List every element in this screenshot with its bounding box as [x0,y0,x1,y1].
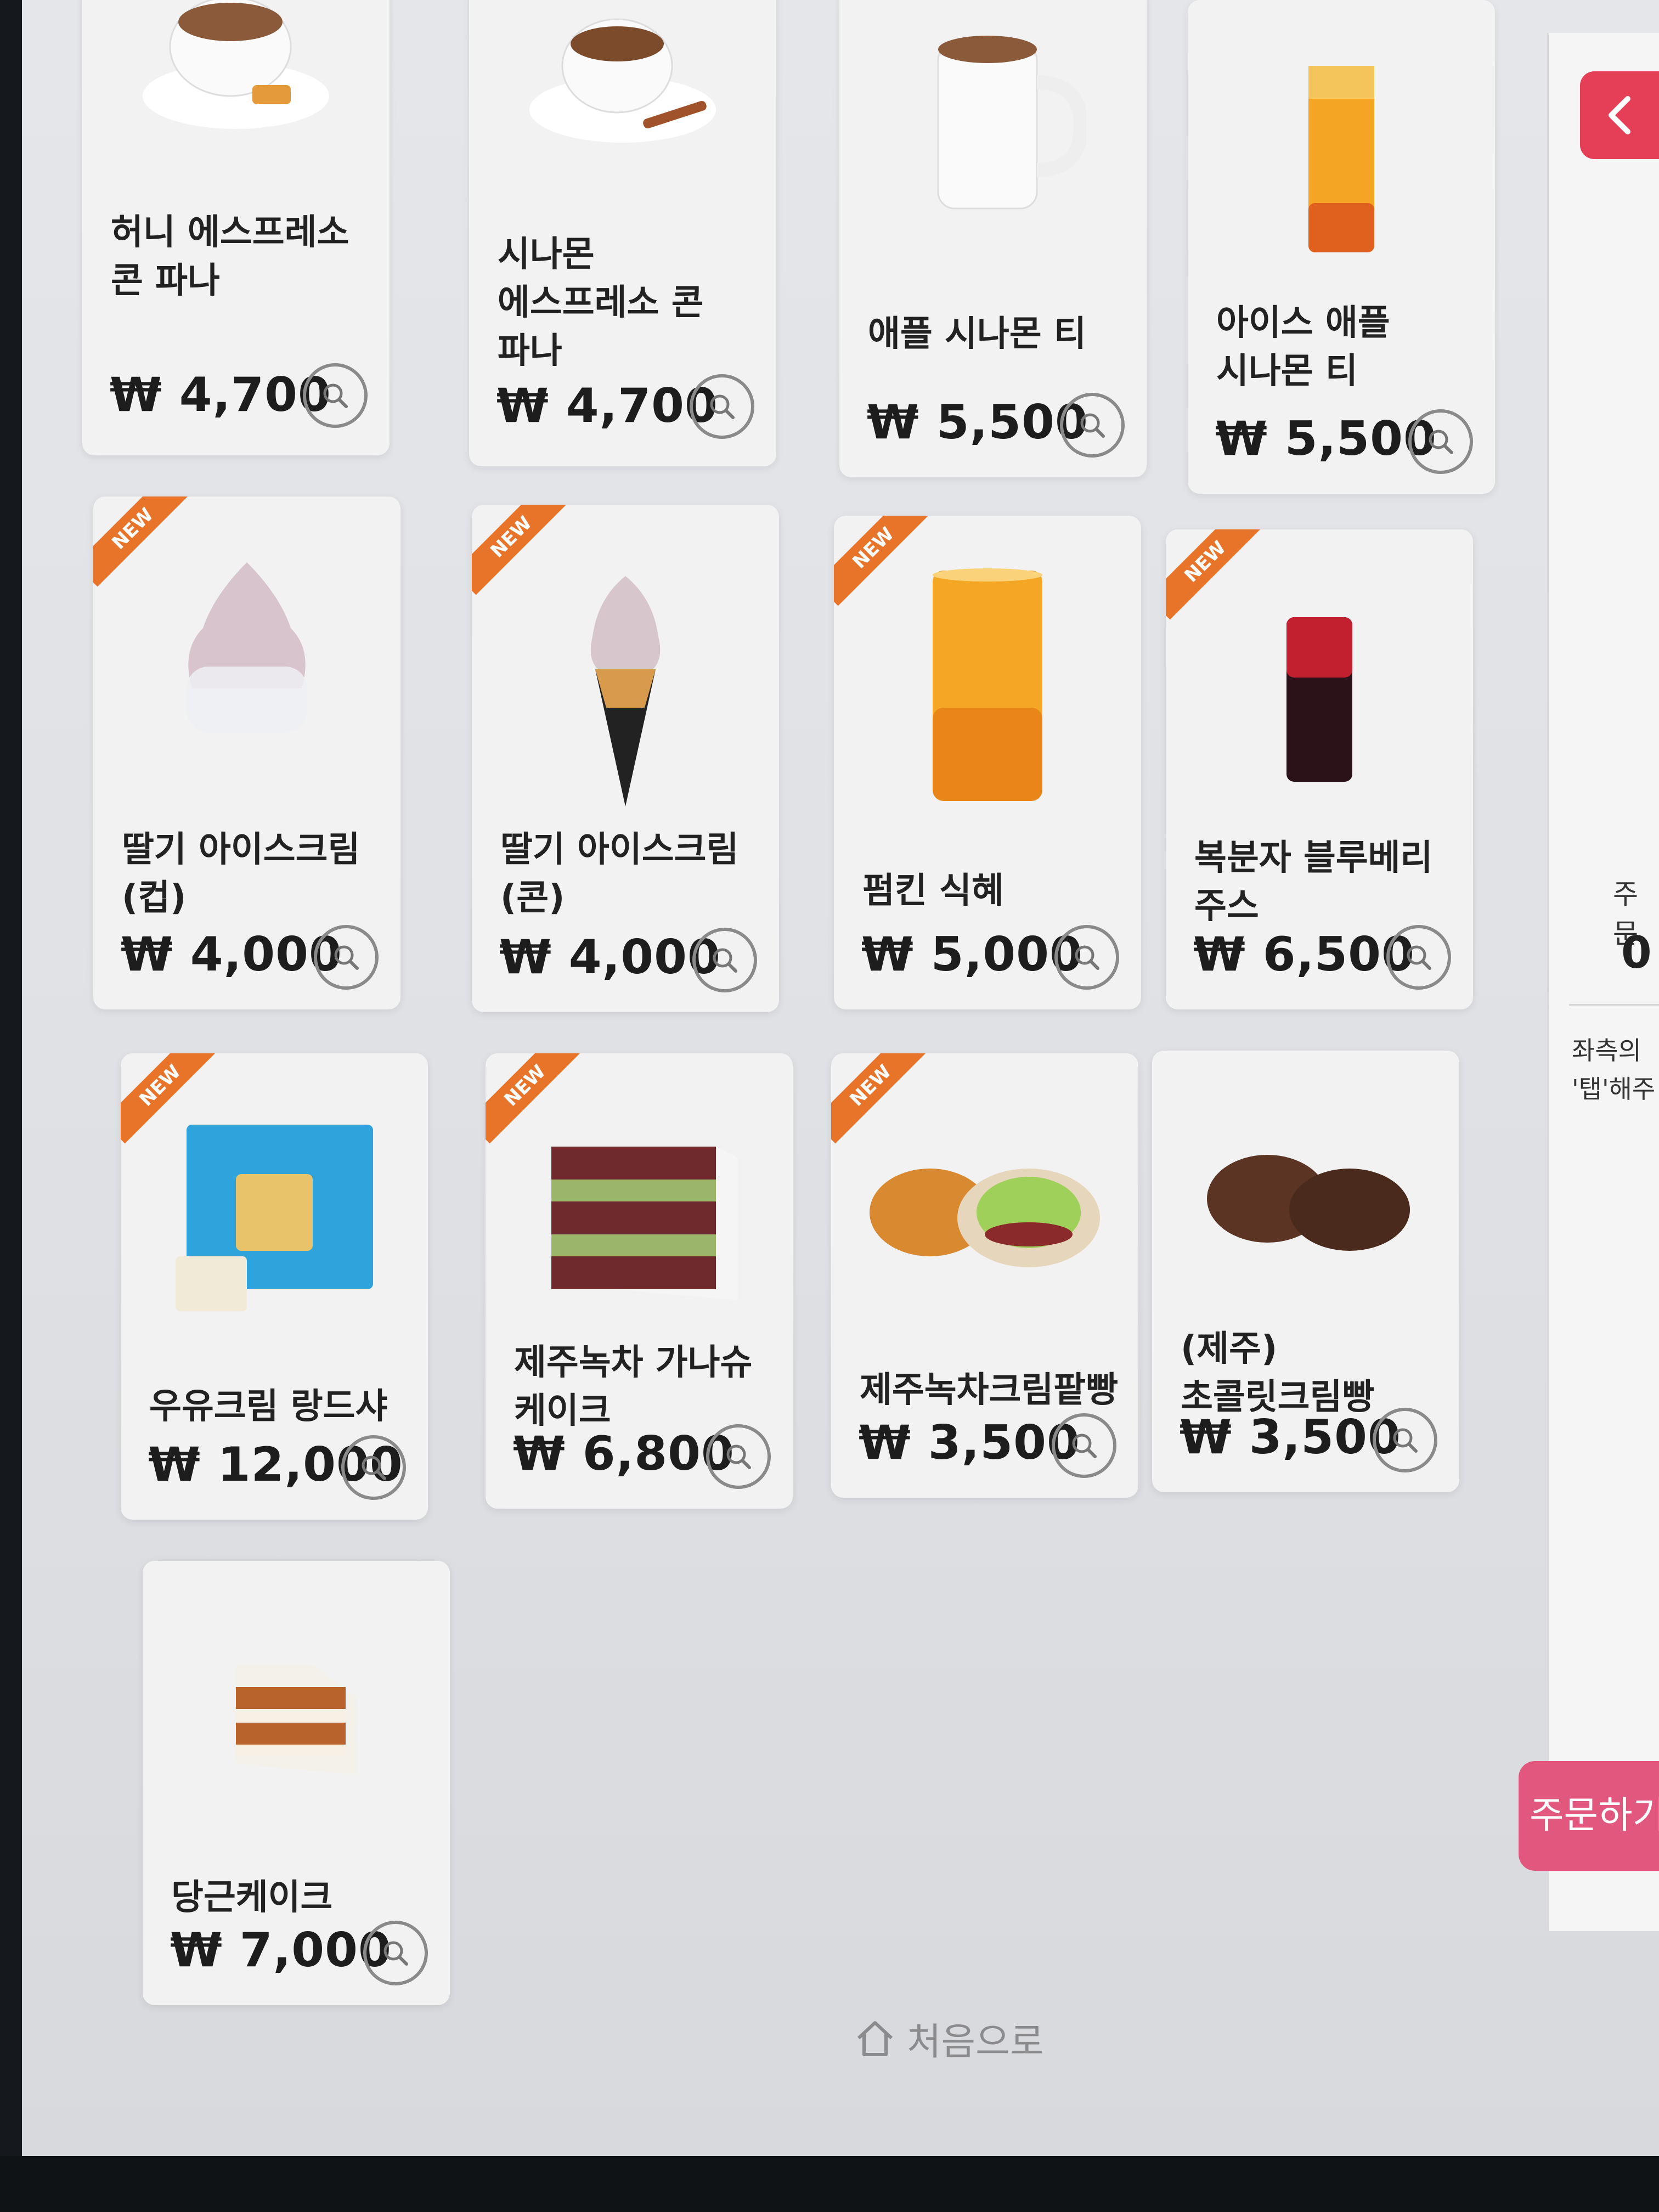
magnifier-icon[interactable] [1373,1408,1437,1472]
collapse-panel-button[interactable] [1580,71,1659,159]
order-count: 0 [1621,927,1652,978]
menu-item-name: 애플 시나몬 티 [868,314,1086,354]
menu-item-price: ₩ 7,000 [170,1923,392,1978]
layer-cake-icon [486,1119,793,1317]
menu-item-name: 딸기 아이스크림 (컵) [122,830,360,918]
screen-bezel [0,2156,1659,2212]
menu-item-price: ₩ 6,500 [1193,927,1415,982]
menu-item-name: 시나몬 에스프레소 콘 파나 [498,234,704,371]
menu-card-carrot-cake[interactable]: 당근케이크 ₩ 7,000 [143,1561,450,2005]
home-button[interactable]: 처음으로 [853,2011,1044,2066]
mug-icon [839,22,1147,219]
menu-card-jeju-chocolate-cream-bread[interactable]: (제주) 초콜릿크림빵 ₩ 3,500 [1152,1051,1459,1492]
menu-card-apple-cinnamon-tea[interactable]: 애플 시나몬 티 ₩ 5,500 [839,0,1147,477]
menu-item-price: ₩ 6,800 [513,1426,735,1481]
menu-item-name: (제주) 초콜릿크림빵 [1181,1329,1375,1418]
menu-item-price: ₩ 4,000 [499,930,721,985]
menu-card-jeju-green-tea-red-bean-bread[interactable]: NEW 제주녹차크림팥빵 ₩ 3,500 [831,1053,1138,1498]
order-side-panel [1547,33,1659,1931]
menu-item-price: ₩ 4,700 [496,379,718,433]
instruction-line: 좌측의 [1572,1036,1641,1065]
menu-item-price: ₩ 5,500 [1215,411,1437,466]
magnifier-icon[interactable] [692,928,757,992]
magnifier-icon[interactable] [1386,925,1451,990]
menu-card-iced-apple-cinnamon-tea[interactable]: 아이스 애플 시나몬 티 ₩ 5,500 [1188,0,1495,494]
menu-card-strawberry-ice-cream-cone[interactable]: NEW 딸기 아이스크림 (콘) ₩ 4,000 [472,505,779,1012]
bread-icon [831,1130,1138,1284]
menu-item-name: 허니 에스프레소 콘 파나 [111,212,349,301]
ice-cream-cone-icon [472,571,779,812]
menu-item-price: ₩ 5,500 [867,395,1088,450]
menu-item-name: 펌킨 식혜 [862,871,1004,911]
tall-glass-icon [834,565,1141,806]
chevron-left-icon [1609,96,1630,134]
magnifier-icon[interactable] [706,1424,771,1489]
instruction-text: 좌측의 '탭'해주 [1572,1031,1659,1108]
divider [1569,1004,1659,1006]
menu-card-milk-cream-langue-de-chat[interactable]: NEW 우유크림 랑드샤 ₩ 12,000 [121,1053,428,1520]
instruction-line: '탭'해주 [1572,1074,1656,1104]
magnifier-icon[interactable] [303,363,368,428]
menu-item-name: 딸기 아이스크림 (콘) [500,830,739,918]
new-badge: NEW [1166,529,1263,620]
home-label: 처음으로 [907,2020,1045,2064]
menu-card-cinnamon-espresso[interactable]: 시나몬 에스프레소 콘 파나 ₩ 4,700 [469,0,776,466]
cookie-box-icon [121,1114,428,1317]
juice-glass-icon [1166,612,1473,787]
menu-item-price: ₩ 4,700 [110,368,331,422]
menu-item-name: 아이스 애플 시나몬 티 [1216,303,1390,392]
menu-card-honey-espresso[interactable]: 허니 에스프레소 콘 파나 ₩ 4,700 [82,0,390,455]
coffee-cup-icon [82,0,390,148]
home-icon [857,2021,893,2056]
menu-item-name: 제주녹차크림팥빵 [860,1370,1119,1410]
chocolate-bread-icon [1152,1127,1459,1270]
magnifier-icon[interactable] [690,374,754,439]
menu-item-price: ₩ 5,000 [861,927,1083,982]
coffee-cup-icon [469,0,776,159]
magnifier-icon[interactable] [314,925,379,990]
menu-item-name: 제주녹차 가나슈 케이크 [514,1342,753,1431]
carrot-cake-icon [143,1632,450,1797]
magnifier-icon[interactable] [363,1921,428,1985]
magnifier-icon[interactable] [341,1435,406,1500]
magnifier-icon[interactable] [1054,925,1119,990]
place-order-button[interactable]: 주문하기 [1519,1761,1659,1871]
magnifier-icon[interactable] [1408,409,1473,474]
menu-item-price: ₩ 3,500 [1180,1410,1401,1465]
menu-item-name: 당근케이크 [171,1877,333,1918]
menu-item-price: ₩ 3,500 [859,1415,1080,1470]
menu-card-jeju-green-tea-ganache-cake[interactable]: NEW 제주녹차 가나슈 케이크 ₩ 6,800 [486,1053,793,1509]
menu-item-price: ₩ 4,000 [121,927,342,982]
magnifier-icon[interactable] [1060,393,1125,458]
magnifier-icon[interactable] [1052,1413,1116,1478]
menu-card-strawberry-ice-cream-cup[interactable]: NEW 딸기 아이스크림 (컵) ₩ 4,000 [93,496,400,1009]
menu-item-name: 우유크림 랑드샤 [149,1386,388,1427]
iced-drink-icon [1188,66,1495,263]
menu-item-name: 복분자 블루베리 주스 [1194,838,1433,927]
ice-cream-cup-icon [93,557,400,738]
menu-card-bokbunja-blueberry-juice[interactable]: NEW 복분자 블루베리 주스 ₩ 6,500 [1166,529,1473,1009]
menu-card-pumpkin-sikhye[interactable]: NEW 펌킨 식혜 ₩ 5,000 [834,516,1141,1009]
